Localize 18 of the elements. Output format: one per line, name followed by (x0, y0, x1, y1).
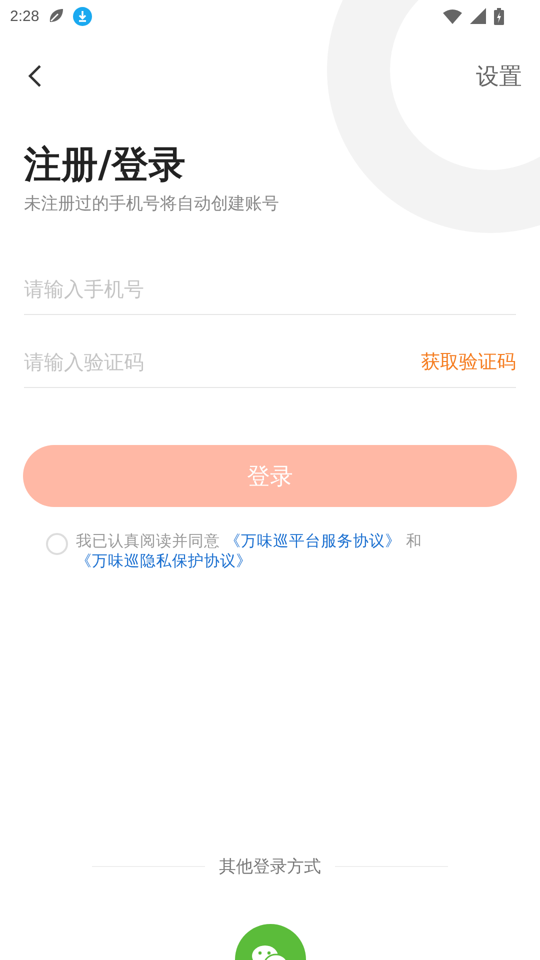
download-icon (73, 6, 92, 26)
battery-icon (494, 8, 504, 24)
code-field[interactable]: 请输入验证码 (24, 350, 421, 374)
privacy-policy-link[interactable]: 《万味巡隐私保护协议》 (76, 552, 252, 570)
wifi-icon (443, 8, 462, 24)
signal-icon (470, 8, 486, 24)
other-login-label: 其他登录方式 (219, 856, 321, 878)
page-title: 注册/登录 (24, 142, 187, 188)
agreement-radio[interactable] (46, 533, 68, 555)
agreement-text: 我已认真阅读并同意 《万味巡平台服务协议》 和 《万味巡隐私保护协议》 (76, 531, 422, 571)
subtitle: 未注册过的手机号将自动创建账号 (24, 193, 280, 216)
phone-field[interactable]: 请输入手机号 (24, 277, 516, 301)
get-code-button[interactable]: 获取验证码 (421, 349, 516, 375)
back-icon (28, 64, 42, 88)
status-time: 2:28 (10, 8, 40, 24)
service-agreement-link[interactable]: 《万味巡平台服务协议》 (224, 532, 401, 550)
leaf-icon (47, 7, 66, 25)
settings-button[interactable]: 设置 (476, 60, 522, 92)
